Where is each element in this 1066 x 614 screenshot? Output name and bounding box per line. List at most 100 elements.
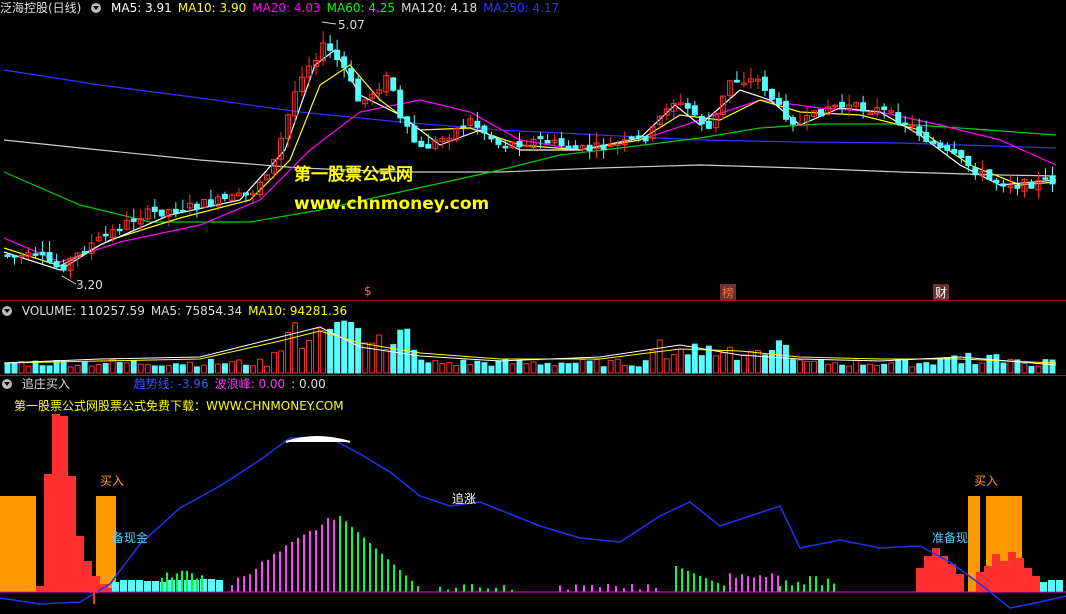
candle (221, 193, 228, 200)
volume-bar (158, 365, 165, 374)
candle (818, 108, 825, 117)
red-bar (60, 416, 68, 592)
candle (355, 78, 362, 102)
candle (516, 141, 523, 148)
candle (684, 103, 691, 109)
event-marker[interactable]: 榜 (720, 284, 737, 300)
volume-bar (299, 347, 306, 374)
volume-bar (586, 360, 593, 374)
candle (81, 250, 88, 254)
volume-bar (537, 364, 544, 374)
volume-bar (551, 365, 558, 374)
volume-bar (1021, 363, 1028, 374)
candle (397, 89, 404, 119)
red-bar (68, 476, 76, 592)
volume-bar (11, 362, 18, 374)
volume-bar (151, 365, 158, 374)
volume-bar (902, 358, 909, 374)
volume-bar (474, 360, 481, 374)
volume-bar (320, 330, 327, 374)
volume-bar (986, 354, 993, 374)
cash-label-left: 备现金 (112, 531, 149, 545)
volume-bar (593, 359, 600, 374)
buy-label-right: 买入 (974, 474, 999, 488)
ma5-line (3, 49, 1057, 271)
volume-bar (656, 339, 663, 374)
volume-bar (88, 365, 95, 374)
legend-label: MA250: 4.17 (483, 1, 560, 15)
volume-bar (509, 363, 516, 374)
volume-bar (376, 334, 383, 374)
volume-bar (1035, 365, 1042, 374)
ma10-line (3, 64, 1057, 267)
indicator-name: 追庄买入 (21, 377, 70, 391)
volume-bar (264, 365, 270, 374)
candle (116, 228, 123, 232)
volume-bar (600, 366, 607, 374)
volume-bar (544, 362, 551, 374)
volume-bar (109, 359, 116, 374)
dropdown-icon[interactable] (2, 379, 12, 389)
volume-bar (579, 358, 586, 374)
volume-bar (558, 362, 565, 374)
volume-bar (740, 354, 747, 374)
indicator-pane[interactable]: 追庄买入 趋势线: -3.96 波浪峰: 0.00: 0.00 第一股票公式网股票… (0, 376, 1066, 614)
candle (488, 135, 495, 140)
volume-bar (418, 359, 425, 374)
volume-bar (467, 364, 474, 374)
candle (586, 144, 593, 152)
volume-bar (607, 359, 614, 374)
red-bar (1000, 561, 1008, 592)
candle (691, 105, 698, 116)
candle (158, 209, 165, 217)
volume-bar (278, 350, 284, 374)
volume-bar (432, 360, 439, 374)
dropdown-icon[interactable] (2, 306, 12, 316)
volume-bar (60, 361, 67, 374)
volume-bar (523, 363, 530, 374)
volume-bar (698, 355, 705, 374)
stock-name: 泛海控股(日线) (0, 1, 82, 15)
candle (923, 131, 930, 142)
candle (769, 88, 775, 100)
volume-bar (860, 364, 867, 374)
volume-bar (74, 364, 81, 374)
red-bar (948, 564, 956, 592)
cyan-bar (128, 580, 135, 592)
legend-label: VOLUME: 110257.59 (21, 304, 145, 318)
volume-bar (846, 365, 853, 374)
volume-bar (642, 360, 649, 374)
red-bar (36, 586, 44, 592)
candle (783, 100, 789, 120)
volume-bar (446, 361, 453, 374)
legend-label: MA120: 4.18 (401, 1, 478, 15)
red-bar (1008, 552, 1016, 592)
volume-bar (488, 365, 495, 374)
dropdown-icon[interactable] (91, 3, 102, 13)
candle (930, 140, 937, 145)
candle (102, 233, 109, 237)
volume-bar (684, 354, 691, 374)
volume-bar (39, 365, 46, 374)
volume-bar (937, 357, 944, 374)
volume-bar (250, 365, 256, 374)
volume-bar (32, 360, 39, 374)
cyan-bar (216, 580, 223, 592)
price-pane[interactable]: 泛海控股(日线) MA5: 3.91 MA10: 3.90 MA20: 4.03 MA… (0, 0, 1066, 300)
cyan-bar (1056, 580, 1063, 592)
candle (642, 136, 649, 142)
event-marker[interactable]: $ (362, 284, 374, 298)
candle (172, 208, 179, 214)
candle (1028, 181, 1035, 189)
volume-bar (649, 350, 656, 374)
event-marker[interactable]: 财 (933, 284, 950, 300)
volume-bar (243, 364, 249, 374)
promo-text: 第一股票公式网股票公式免费下载：WWW.CHNMONEY.COM (14, 399, 344, 413)
volume-pane[interactable]: VOLUME: 110257.59 MA5: 75854.34 MA10: 9428… (0, 301, 1066, 375)
red-bar (940, 556, 948, 592)
volume-bar (257, 358, 263, 374)
volume-bar (116, 362, 123, 374)
volume-bar (271, 352, 277, 374)
volume-bar (909, 366, 916, 374)
red-bar (1032, 576, 1040, 592)
